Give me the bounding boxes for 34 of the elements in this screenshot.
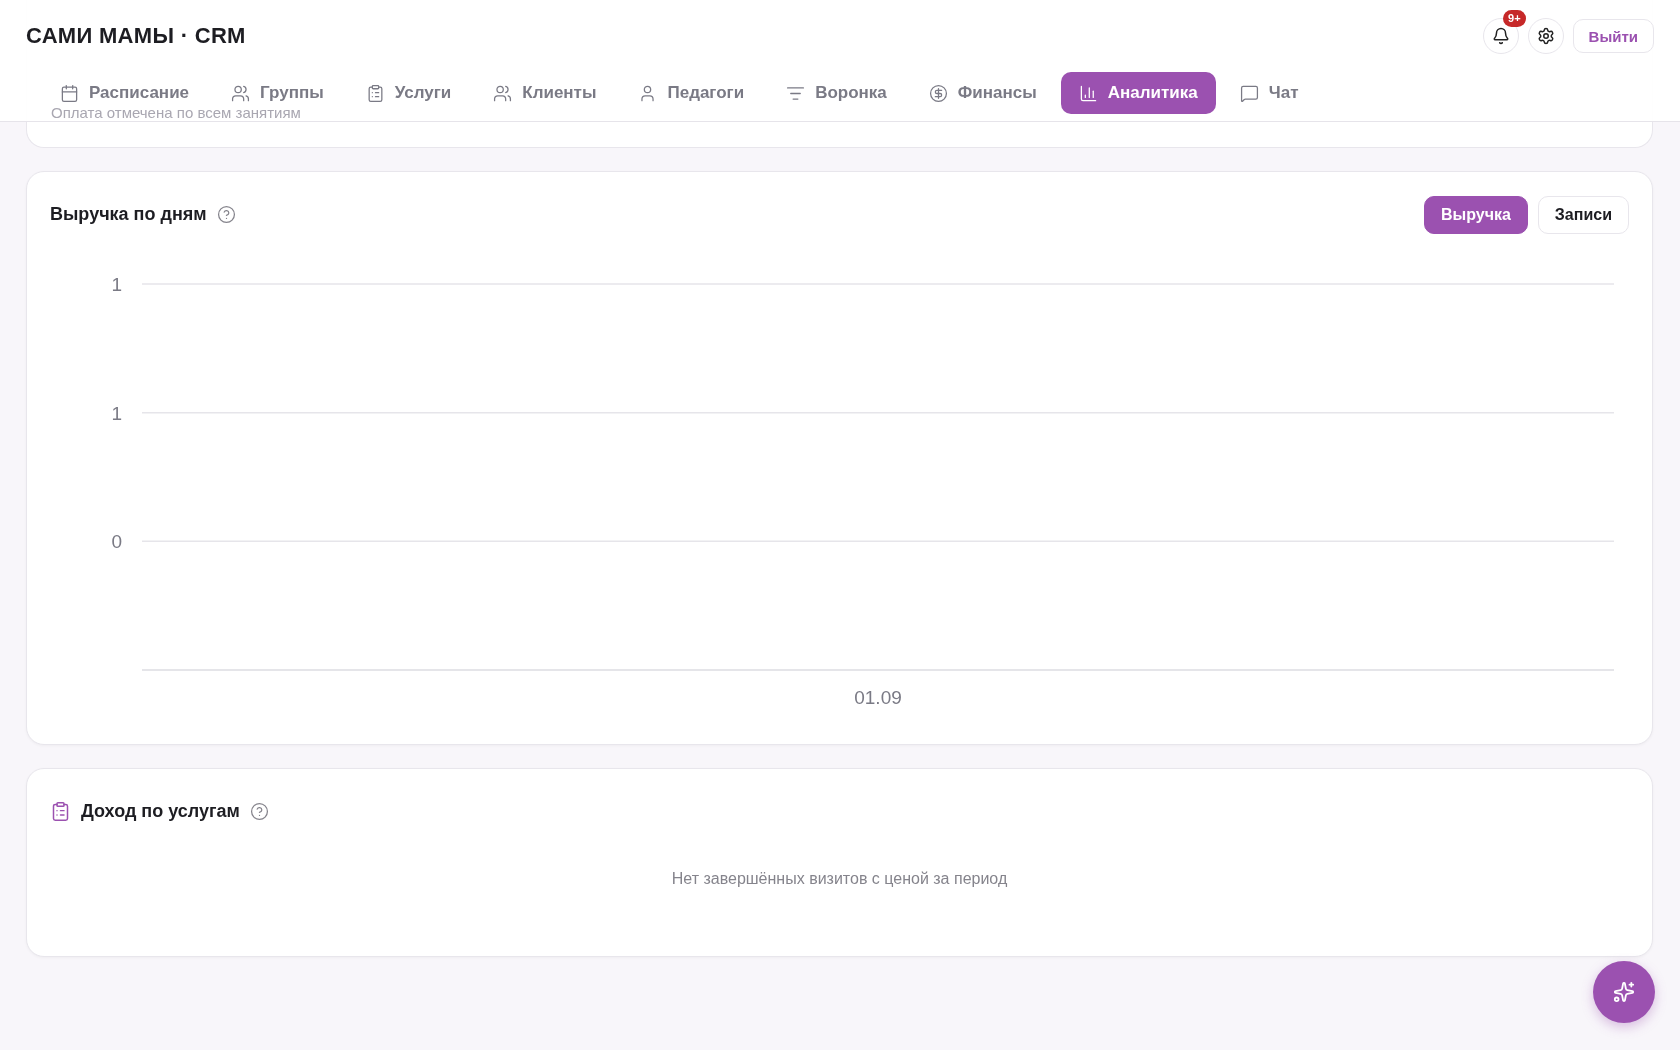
nav-tab[interactable]: Чат (1221, 72, 1317, 114)
payment-note: Оплата отмечена по всем занятиям (51, 104, 301, 121)
logout-button[interactable]: Выйти (1572, 19, 1654, 53)
settings-icon (1536, 27, 1555, 45)
chat-icon (1239, 83, 1259, 103)
nav-tab[interactable]: Услуги (347, 72, 470, 114)
bar-chart-icon (1078, 83, 1098, 103)
card-title: Доход по услугам (81, 801, 240, 822)
assistant-button[interactable] (1593, 961, 1655, 1023)
calendar-icon (60, 83, 79, 103)
dollar-icon (928, 83, 948, 103)
y-axis-label: 1 (111, 274, 122, 295)
people-icon (493, 83, 513, 103)
notification-badge: 9+ (1503, 10, 1526, 27)
y-axis-label: 1 (111, 402, 122, 424)
settings-button[interactable] (1527, 18, 1564, 54)
nav-tab[interactable]: Аналитика (1060, 72, 1216, 114)
sparkle-icon (1613, 981, 1635, 1003)
empty-message: Нет завершённых визитов с ценой за период (671, 869, 1008, 888)
clipboard-icon (50, 801, 71, 822)
nav-tab[interactable]: Педагоги (620, 72, 763, 114)
people-icon (231, 83, 251, 103)
chart-toggle[interactable]: Выручка (1423, 195, 1528, 234)
nav-tab[interactable]: Клиенты (475, 72, 615, 114)
app-title: САМИ МАМЫ · CRM (26, 23, 246, 49)
y-axis-label: 0 (111, 531, 122, 553)
help-icon[interactable] (249, 802, 269, 821)
nav-tab[interactable]: Воронка (768, 72, 905, 114)
nav-tab[interactable]: Финансы (910, 72, 1055, 114)
help-icon[interactable] (216, 205, 236, 224)
bell-icon (1491, 27, 1510, 45)
card-title: Выручка по дням (50, 204, 207, 225)
chart-toggle[interactable]: Записи (1537, 195, 1629, 234)
x-axis-label: 01.09 (854, 687, 902, 708)
